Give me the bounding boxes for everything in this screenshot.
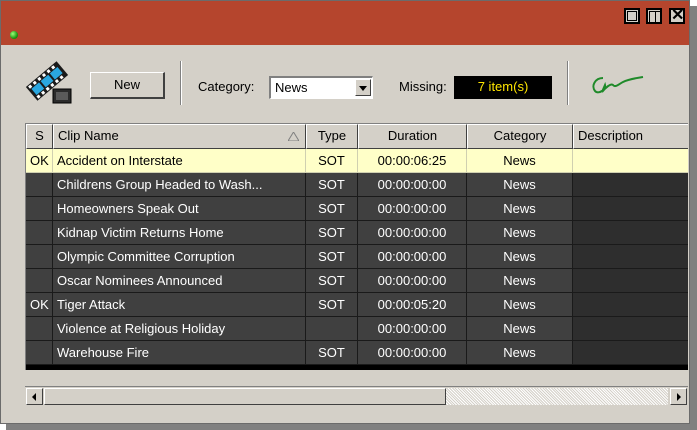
cell-clip-name: Homeowners Speak Out — [53, 197, 306, 221]
cell-duration: 00:00:00:00 — [358, 197, 467, 221]
cell-type — [306, 317, 358, 341]
chevron-down-icon[interactable] — [355, 79, 371, 96]
new-button[interactable]: New — [90, 72, 165, 99]
cell-duration: 00:00:06:25 — [358, 149, 467, 173]
toolbar-separator — [567, 61, 569, 105]
scrollbar-track[interactable] — [446, 388, 668, 405]
cell-status — [26, 197, 53, 221]
table-row[interactable]: OK Tiger Attack SOT 00:00:05:20 News — [26, 293, 688, 317]
cell-clip-name: Kidnap Victim Returns Home — [53, 221, 306, 245]
cell-description — [573, 173, 688, 197]
missing-label: Missing: — [399, 79, 447, 94]
column-header-duration[interactable]: Duration — [358, 124, 467, 149]
cell-clip-name: Childrens Group Headed to Wash... — [53, 173, 306, 197]
cell-clip-name: Warehouse Fire — [53, 341, 306, 365]
table-row[interactable]: Oscar Nominees Announced SOT 00:00:00:00 Ne… — [26, 269, 688, 293]
cell-type: SOT — [306, 293, 358, 317]
title-bar[interactable]: ✕ — [1, 1, 689, 45]
cell-category: News — [467, 269, 573, 293]
cell-category: News — [467, 317, 573, 341]
window-shadow — [6, 424, 697, 430]
signature-icon[interactable] — [589, 72, 645, 98]
horizontal-scrollbar[interactable] — [25, 386, 688, 406]
cell-type: SOT — [306, 173, 358, 197]
table-row[interactable]: Kidnap Victim Returns Home SOT 00:00:00:00… — [26, 221, 688, 245]
table-row[interactable]: Warehouse Fire SOT 00:00:00:00 News — [26, 341, 688, 365]
cell-clip-name: Accident on Interstate — [53, 149, 306, 173]
missing-count-display: 7 item(s) — [454, 76, 552, 99]
column-header-s[interactable]: S — [26, 124, 53, 149]
cell-category: News — [467, 197, 573, 221]
sort-ascending-icon — [288, 132, 299, 141]
scrollbar-thumb[interactable] — [44, 388, 446, 405]
cell-duration: 00:00:00:00 — [358, 269, 467, 293]
category-label: Category: — [198, 79, 255, 94]
cell-clip-name: Oscar Nominees Announced — [53, 269, 306, 293]
cell-type: SOT — [306, 197, 358, 221]
scroll-right-icon[interactable] — [670, 388, 687, 405]
cell-duration: 00:00:00:00 — [358, 173, 467, 197]
cell-description — [573, 269, 688, 293]
cell-duration: 00:00:00:00 — [358, 341, 467, 365]
table-row[interactable]: OK Accident on Interstate SOT 00:00:06:25 Ne… — [26, 149, 688, 173]
status-light-icon — [10, 31, 18, 39]
window-shadow — [690, 6, 697, 430]
column-header-description[interactable]: Description — [573, 124, 688, 149]
cell-description — [573, 245, 688, 269]
cell-category: News — [467, 245, 573, 269]
table-header: S Clip Name Type Duration Category Descr… — [26, 124, 688, 149]
cell-type: SOT — [306, 221, 358, 245]
cell-status: OK — [26, 149, 53, 173]
minimize-icon[interactable] — [624, 8, 640, 24]
column-header-category[interactable]: Category — [467, 124, 573, 149]
cell-status — [26, 269, 53, 293]
column-header-type[interactable]: Type — [306, 124, 358, 149]
maximize-icon[interactable] — [646, 8, 662, 24]
cell-type: SOT — [306, 341, 358, 365]
cell-status — [26, 245, 53, 269]
cell-description — [573, 317, 688, 341]
cell-clip-name: Violence at Religious Holiday — [53, 317, 306, 341]
cell-category: News — [467, 221, 573, 245]
cell-description — [573, 341, 688, 365]
category-dropdown[interactable]: News — [269, 76, 373, 99]
cell-status — [26, 317, 53, 341]
close-icon[interactable]: ✕ — [669, 8, 685, 24]
clip-table: S Clip Name Type Duration Category Descr… — [25, 123, 688, 370]
cell-clip-name: Olympic Committee Corruption — [53, 245, 306, 269]
cell-duration: 00:00:05:20 — [358, 293, 467, 317]
cell-status — [26, 341, 53, 365]
cell-status — [26, 221, 53, 245]
cell-category: News — [467, 293, 573, 317]
clip-browser-window: ✕ New Category: News Missing: 7 item(s) … — [0, 0, 690, 424]
cell-type: SOT — [306, 245, 358, 269]
cell-category: News — [467, 149, 573, 173]
cell-description — [573, 221, 688, 245]
cell-clip-name: Tiger Attack — [53, 293, 306, 317]
cell-description — [573, 197, 688, 221]
table-row[interactable]: Childrens Group Headed to Wash... SOT 00:0… — [26, 173, 688, 197]
column-header-clip-name[interactable]: Clip Name — [53, 124, 306, 149]
cell-type: SOT — [306, 269, 358, 293]
column-header-label: Clip Name — [58, 128, 119, 143]
cell-status — [26, 173, 53, 197]
cell-duration: 00:00:00:00 — [358, 317, 467, 341]
cell-status: OK — [26, 293, 53, 317]
table-row[interactable]: Violence at Religious Holiday 00:00:00:00… — [26, 317, 688, 341]
cell-category: News — [467, 341, 573, 365]
table-row[interactable]: Homeowners Speak Out SOT 00:00:00:00 News — [26, 197, 688, 221]
toolbar-separator — [180, 61, 182, 105]
cell-description — [573, 149, 688, 173]
cell-type: SOT — [306, 149, 358, 173]
cell-duration: 00:00:00:00 — [358, 221, 467, 245]
toolbar: New Category: News Missing: 7 item(s) — [1, 45, 689, 117]
cell-duration: 00:00:00:00 — [358, 245, 467, 269]
table-row[interactable]: Olympic Committee Corruption SOT 00:00:00:… — [26, 245, 688, 269]
scroll-left-icon[interactable] — [26, 388, 43, 405]
category-value: News — [275, 80, 308, 95]
film-clip-icon[interactable] — [25, 59, 73, 105]
cell-category: News — [467, 173, 573, 197]
cell-description — [573, 293, 688, 317]
